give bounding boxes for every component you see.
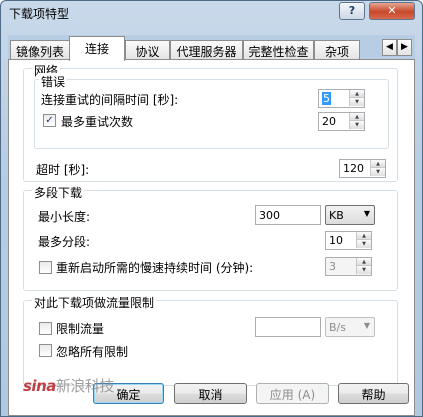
error-group: 错误 连接重试的间隔时间 [秒]: 5 ▲ ▼ ✓ 最多重试次数 20 ▲ ▼ xyxy=(34,73,389,149)
multipart-group-title: 多段下载 xyxy=(32,184,85,201)
max-retries-spinner[interactable]: 20 ▲ ▼ xyxy=(318,112,365,131)
network-group: 网络 错误 连接重试的间隔时间 [秒]: 5 ▲ ▼ ✓ 最多重试次数 20 ▲… xyxy=(23,62,398,182)
retry-interval-value[interactable]: 5 xyxy=(322,92,331,105)
spin-up-icon[interactable]: ▲ xyxy=(370,160,385,168)
spin-down-icon[interactable]: ▼ xyxy=(349,121,364,129)
max-parts-label: 最多分段: xyxy=(38,235,91,249)
traffic-limit-group-title: 对此下载项做流量限制 xyxy=(32,294,157,311)
tab-scroll-right-icon[interactable]: ▶ xyxy=(397,39,412,56)
min-size-label: 最小长度: xyxy=(38,210,91,224)
tab-protocol[interactable]: 协议 xyxy=(125,40,170,59)
spin-down-icon[interactable]: ▼ xyxy=(349,98,364,106)
watermark-brand: sina xyxy=(23,377,56,395)
limit-traffic-label: 限制流量 xyxy=(56,322,105,336)
title-bar[interactable]: 下载项特型 ? ✕ xyxy=(1,1,422,25)
spin-up-icon[interactable]: ▲ xyxy=(356,258,371,266)
sina-watermark: sina新浪科技 xyxy=(23,375,114,396)
spin-up-icon[interactable]: ▲ xyxy=(349,90,364,98)
restart-slow-label: 重新启动所需的慢速持续时间 (分钟): xyxy=(56,261,254,275)
restart-slow-checkbox[interactable] xyxy=(39,261,52,274)
retry-interval-spinner[interactable]: 5 ▲ ▼ xyxy=(318,89,365,108)
multipart-group: 多段下载 最小长度: 300 KB ▼ 最多分段: 10 ▲ ▼ 重新启动所需的… xyxy=(23,184,398,291)
tab-connection[interactable]: 连接 xyxy=(69,36,125,61)
help-button[interactable]: 帮助 xyxy=(338,383,409,404)
spin-down-icon[interactable]: ▼ xyxy=(356,240,371,248)
tab-misc[interactable]: 杂项 xyxy=(314,40,360,59)
close-button[interactable]: ✕ xyxy=(369,2,415,20)
limit-traffic-checkbox[interactable] xyxy=(39,322,52,335)
tab-proxy[interactable]: 代理服务器 xyxy=(170,40,243,59)
watermark-text: 新浪科技 xyxy=(55,377,115,395)
traffic-limit-group: 对此下载项做流量限制 限制流量 B/s ▼ 忽略所有限制 xyxy=(23,294,398,386)
ignore-all-limits-label: 忽略所有限制 xyxy=(56,345,129,359)
max-parts-spinner[interactable]: 10 ▲ ▼ xyxy=(325,231,372,250)
limit-traffic-unit-select[interactable]: B/s ▼ xyxy=(325,317,375,337)
min-size-unit-select[interactable]: KB ▼ xyxy=(325,205,375,225)
max-retries-value[interactable]: 20 xyxy=(322,115,336,128)
cancel-button[interactable]: 取消 xyxy=(174,383,247,404)
tab-scroll-left-icon[interactable]: ◀ xyxy=(382,39,397,56)
chevron-down-icon: ▼ xyxy=(363,321,370,330)
max-retries-checkbox[interactable]: ✓ xyxy=(43,114,56,127)
ignore-all-limits-checkbox[interactable] xyxy=(39,344,52,357)
tab-strip: 镜像列表 连接 协议 代理服务器 完整性检查 杂项 ◀ ▶ xyxy=(8,35,415,61)
spin-up-icon[interactable]: ▲ xyxy=(349,113,364,121)
timeout-value[interactable]: 120 xyxy=(343,162,364,175)
timeout-label: 超时 [秒]: xyxy=(36,163,90,177)
limit-traffic-unit-value: B/s xyxy=(329,321,346,334)
error-group-title: 错误 xyxy=(39,73,68,90)
apply-button[interactable]: 应用 (A) xyxy=(256,383,329,404)
help-title-button[interactable]: ? xyxy=(339,2,365,20)
dialog-window: 下载项特型 ? ✕ 镜像列表 连接 协议 代理服务器 完整性检查 杂项 ◀ ▶ … xyxy=(0,0,423,417)
dialog-client: 镜像列表 连接 协议 代理服务器 完整性检查 杂项 ◀ ▶ 网络 错误 连接重试… xyxy=(8,35,415,416)
connection-panel: 网络 错误 连接重试的间隔时间 [秒]: 5 ▲ ▼ ✓ 最多重试次数 20 ▲… xyxy=(8,59,415,416)
limit-traffic-input[interactable] xyxy=(255,317,321,337)
retry-interval-label: 连接重试的间隔时间 [秒]: xyxy=(41,93,179,107)
max-parts-value[interactable]: 10 xyxy=(329,234,343,247)
min-size-input[interactable]: 300 xyxy=(255,205,321,225)
restart-slow-spinner[interactable]: 3 ▲ ▼ xyxy=(325,257,372,276)
max-retries-label: 最多重试次数 xyxy=(61,115,134,129)
restart-slow-value[interactable]: 3 xyxy=(329,260,336,273)
chevron-down-icon: ▼ xyxy=(363,209,370,218)
min-size-unit-value: KB xyxy=(329,209,344,222)
timeout-spinner[interactable]: 120 ▲ ▼ xyxy=(339,159,386,178)
tab-mirror-list[interactable]: 镜像列表 xyxy=(10,40,70,59)
spin-down-icon[interactable]: ▼ xyxy=(370,168,385,176)
spin-down-icon[interactable]: ▼ xyxy=(356,266,371,274)
tab-integrity[interactable]: 完整性检查 xyxy=(243,40,314,59)
window-title: 下载项特型 xyxy=(9,7,70,21)
spin-up-icon[interactable]: ▲ xyxy=(356,232,371,240)
